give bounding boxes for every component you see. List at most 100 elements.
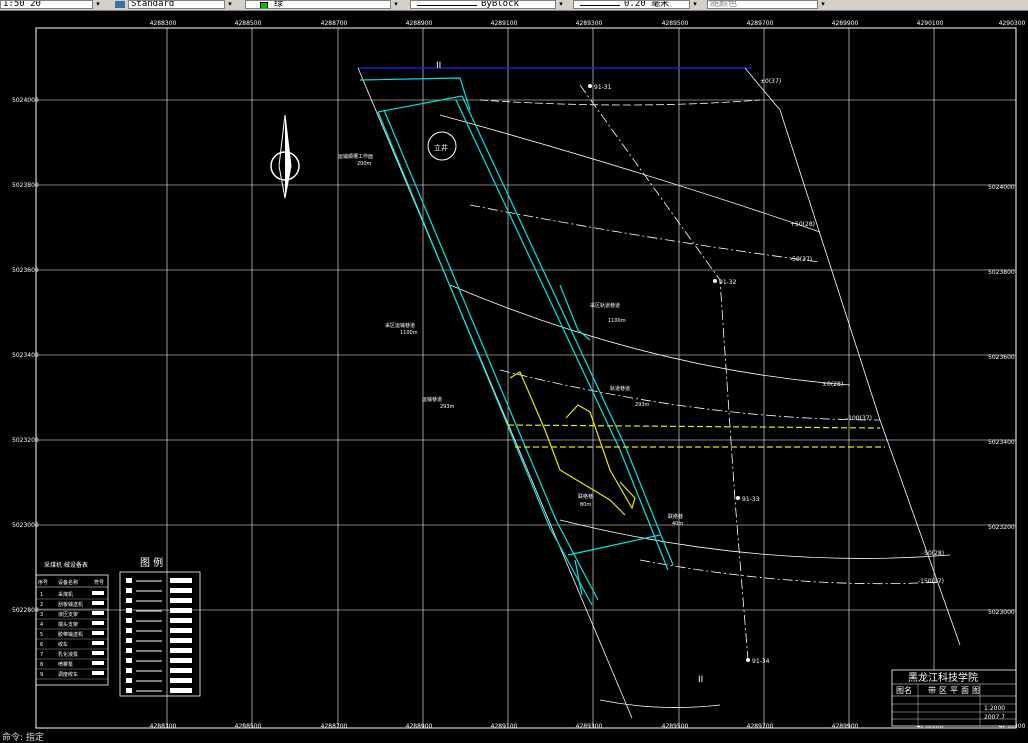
svg-text:-50(37): -50(37)	[790, 256, 812, 263]
table-cell: 胶带输送机	[58, 631, 83, 638]
dimension-scale-combo[interactable]: 1:50 20	[0, 0, 100, 9]
linetype-combo[interactable]: ByBlock	[410, 0, 565, 9]
y-label-left: 5023600	[12, 267, 39, 274]
y-label-right: 5023800	[988, 269, 1015, 276]
roadway-labels: 运输顺槽工作面 200m 采区运输巷道 1100m 采区轨道巷道 1100m 运…	[338, 153, 683, 527]
plot-style-combo[interactable]: 随颜色	[707, 0, 827, 9]
table-cell: 5	[40, 632, 43, 638]
svg-text:2007.7: 2007.7	[984, 714, 1005, 721]
legend-bar-sample	[170, 598, 192, 603]
svg-text:采煤机 械设备表: 采煤机 械设备表	[44, 561, 88, 569]
plot-style-dropdown-icon[interactable]: ▾	[817, 0, 828, 9]
legend-symbol-icon	[126, 588, 132, 593]
svg-text:-100(37): -100(37)	[846, 415, 872, 422]
table-cell: 绞车	[58, 641, 68, 648]
x-label-bottom: 4288300	[150, 723, 177, 730]
svg-text:图名: 图名	[896, 685, 912, 695]
text-style-combo[interactable]: Standard	[128, 0, 233, 9]
color-swatch-icon	[260, 2, 268, 8]
x-label-bottom: 4289300	[576, 723, 603, 730]
equipment-symbol-icon	[92, 661, 104, 665]
x-label-bottom: 4289700	[747, 723, 774, 730]
legend-symbol-icon	[126, 618, 132, 623]
x-label-top: 4289700	[747, 20, 774, 27]
x-label-bottom: 4289100	[491, 723, 518, 730]
svg-text:80m: 80m	[580, 502, 591, 508]
legend: 图 例	[119, 556, 201, 697]
y-label-right: 5023000	[988, 609, 1015, 616]
lineweight-preview	[580, 5, 620, 6]
svg-text:采区运输巷道: 采区运输巷道	[385, 322, 415, 329]
svg-text:91-31: 91-31	[594, 84, 612, 91]
y-label-right: 5023200	[988, 524, 1015, 531]
coal-seam-workface	[507, 371, 885, 516]
y-label-right: 5023600	[988, 354, 1015, 361]
section-marks: II II	[436, 61, 703, 685]
contour-labels: ±0(37) +50(28) -50(37) ±0(28) -100(37) -…	[760, 78, 944, 585]
svg-text:采区轨道巷道: 采区轨道巷道	[590, 302, 620, 309]
legend-symbol-icon	[126, 688, 132, 693]
table-cell: 喷雾泵	[58, 661, 73, 668]
equipment-symbol-icon	[92, 631, 104, 635]
dimension-scale-dropdown-icon[interactable]: ▾	[92, 0, 103, 9]
legend-symbol-icon	[126, 648, 132, 653]
equipment-symbol-icon	[92, 591, 104, 595]
equipment-symbol-icon	[92, 611, 104, 615]
y-label-left: 5023200	[12, 437, 39, 444]
legend-bar-sample	[170, 648, 192, 653]
command-line[interactable]: 命令: 指定	[2, 730, 44, 743]
svg-text:+50(28): +50(28)	[790, 221, 815, 228]
table-cell: 1	[40, 592, 43, 598]
contour-lines	[439, 99, 951, 708]
table-cell: 8	[40, 662, 43, 668]
text-style-icon	[115, 1, 125, 8]
y-label-left: 5024000	[12, 97, 39, 104]
svg-text:运输顺槽工作面: 运输顺槽工作面	[338, 153, 373, 160]
svg-text:II: II	[698, 675, 703, 685]
north-arrow-icon	[270, 114, 300, 199]
svg-text:40m: 40m	[672, 521, 683, 527]
legend-symbol-icon	[126, 678, 132, 683]
legend-bar-sample	[170, 628, 192, 633]
svg-text:±0(28): ±0(28)	[822, 381, 843, 388]
title-block: 黑龙江科技学院 图名 带区平面图 1:2000 2007.7	[891, 669, 1017, 727]
legend-symbol-icon	[126, 608, 132, 613]
table-cell: 4	[40, 622, 43, 628]
svg-text:联络巷: 联络巷	[578, 493, 593, 500]
color-dropdown-icon[interactable]: ▾	[390, 0, 401, 9]
svg-text:1:2000: 1:2000	[984, 705, 1005, 712]
equipment-symbol-icon	[92, 671, 104, 675]
lineweight-dropdown-icon[interactable]: ▾	[689, 0, 700, 9]
svg-text:图 例: 图 例	[140, 556, 163, 569]
x-label-top: 4289500	[662, 20, 689, 27]
x-label-top: 4288700	[321, 20, 348, 27]
drawing-canvas[interactable]: 4288300 4288300 4288500 4288500 4288700 42887…	[0, 10, 1028, 730]
color-combo[interactable]: 绿	[245, 0, 400, 9]
svg-text:-50(28): -50(28)	[922, 550, 944, 557]
linetype-dropdown-icon[interactable]: ▾	[555, 0, 566, 9]
svg-text:联络巷: 联络巷	[668, 513, 683, 520]
x-label-bottom: 4288500	[235, 723, 262, 730]
y-label-left: 5023000	[12, 522, 39, 529]
svg-text:91-32: 91-32	[719, 279, 737, 286]
svg-text:200m: 200m	[357, 161, 372, 167]
svg-text:II: II	[436, 61, 441, 71]
legend-bar-sample	[170, 688, 192, 693]
legend-bar-sample	[170, 658, 192, 663]
x-label-top: 4288300	[150, 20, 177, 27]
legend-symbol-icon	[126, 658, 132, 663]
table-header: 序号	[38, 579, 48, 586]
svg-text:1100m: 1100m	[400, 330, 418, 336]
mine-shaft-icon: 立井	[427, 131, 457, 161]
svg-text:黑龙江科技学院: 黑龙江科技学院	[908, 671, 978, 684]
legend-bar-sample	[170, 588, 192, 593]
lineweight-combo[interactable]: 0.20 毫米	[573, 0, 698, 9]
svg-text:293m: 293m	[635, 402, 650, 408]
x-coordinate-labels: 4288300 4288300 4288500 4288500 4288700 42887…	[150, 20, 1026, 730]
svg-text:轨道巷道: 轨道巷道	[610, 385, 630, 392]
x-label-bottom: 4289900	[832, 723, 859, 730]
x-label-bottom: 4288900	[406, 723, 433, 730]
text-style-dropdown-icon[interactable]: ▾	[224, 0, 235, 9]
legend-bar-sample	[170, 578, 192, 583]
legend-symbol-icon	[126, 598, 132, 603]
